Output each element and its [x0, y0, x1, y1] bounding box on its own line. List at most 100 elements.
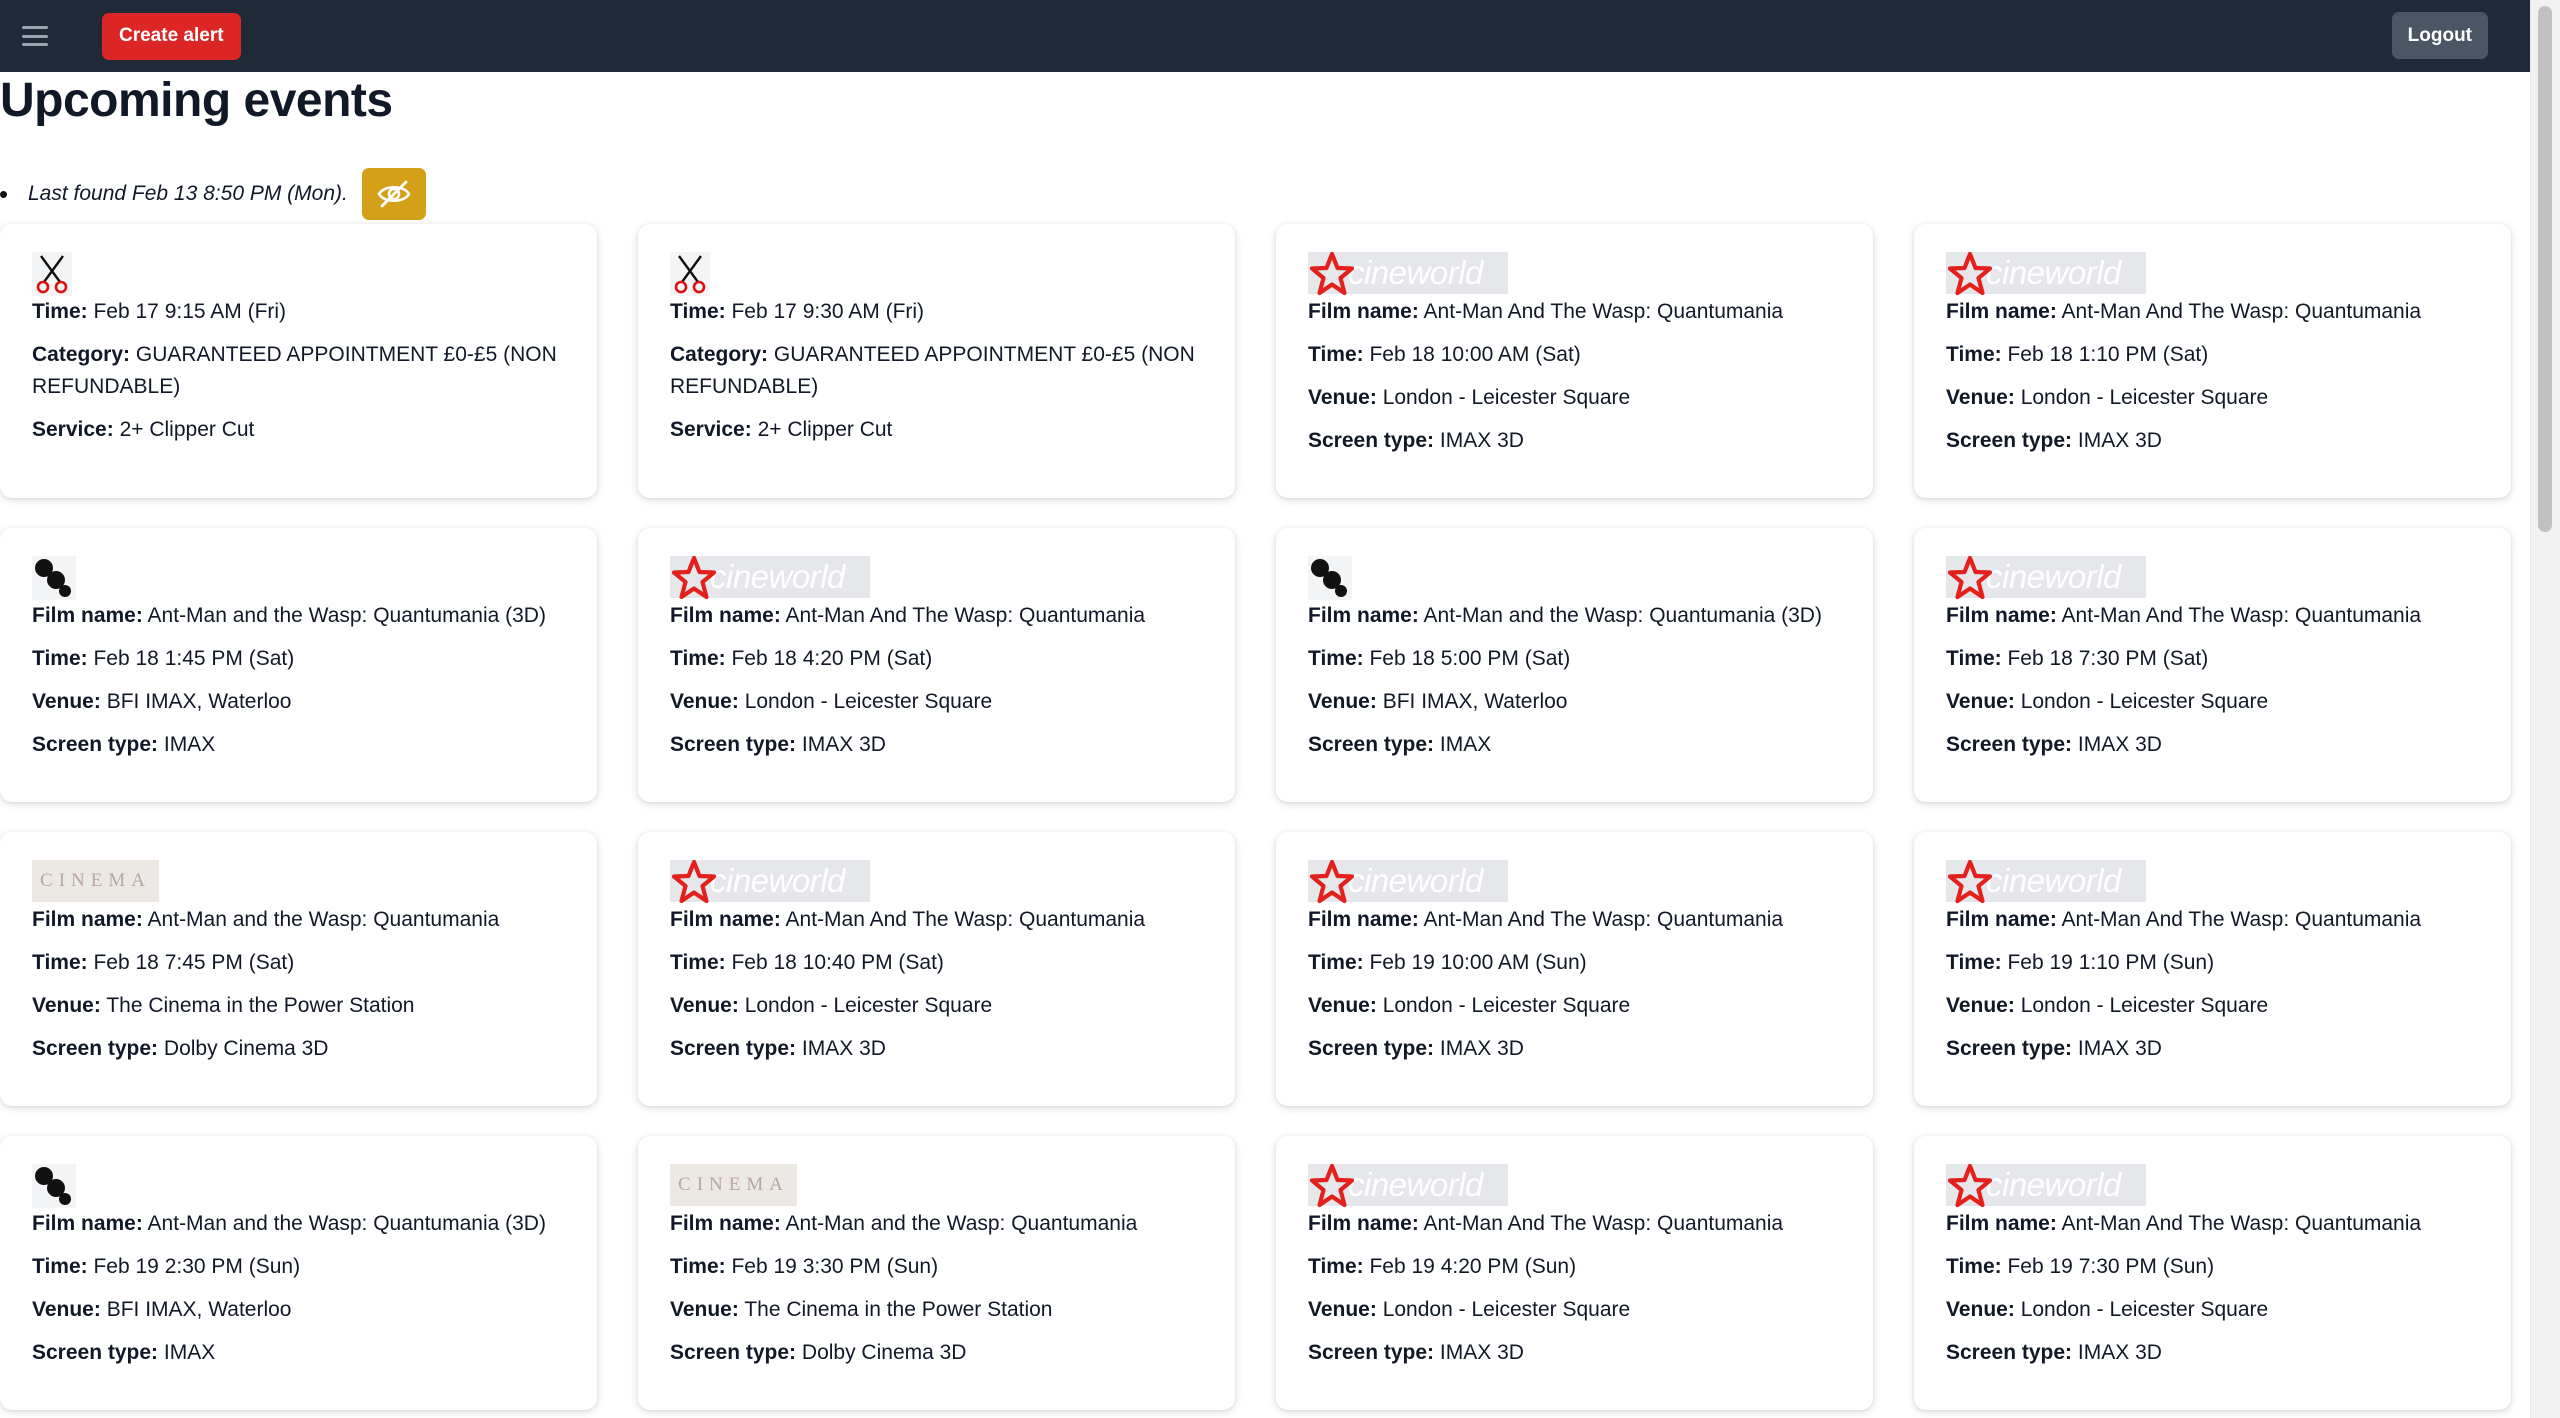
- cineworld-logo-text: cineworld: [1986, 862, 2121, 899]
- event-card: Film name: Ant-Man and the Wasp: Quantum…: [0, 528, 597, 802]
- field-label: Time:: [1308, 647, 1364, 670]
- event-card: Time: Feb 17 9:15 AM (Fri) Category: GUAR…: [0, 224, 597, 498]
- event-logo: [670, 252, 1203, 296]
- field-label: Screen type:: [1308, 1037, 1435, 1060]
- event-card: cineworld Film name: Ant-Man And The Wasp…: [638, 832, 1235, 1106]
- event-logo: [1308, 556, 1841, 600]
- field-value: Feb 18 1:10 PM (Sat): [2007, 343, 2209, 366]
- event-field: Screen type: IMAX 3D: [670, 729, 1203, 761]
- field-label: Venue:: [1308, 1298, 1377, 1321]
- field-label: Time:: [670, 300, 726, 323]
- field-label: Time:: [1946, 1255, 2002, 1278]
- field-value: London - Leicester Square: [744, 994, 993, 1017]
- field-value: IMAX 3D: [1439, 1037, 1524, 1060]
- cineworld-star-icon: [671, 556, 717, 600]
- field-value: Ant-Man And The Wasp: Quantumania: [2061, 604, 2422, 627]
- event-field: Time: Feb 19 1:10 PM (Sun): [1946, 947, 2479, 979]
- event-field: Film name: Ant-Man and the Wasp: Quantum…: [32, 904, 565, 936]
- field-label: Venue:: [670, 1298, 739, 1321]
- event-field: Film name: Ant-Man And The Wasp: Quantum…: [670, 600, 1203, 632]
- field-label: Film name:: [670, 604, 781, 627]
- field-value: BFI IMAX, Waterloo: [106, 690, 292, 713]
- hide-toggle-button[interactable]: [361, 168, 426, 220]
- field-value: IMAX 3D: [801, 733, 886, 756]
- event-field: Service: 2+ Clipper Cut: [670, 414, 1203, 446]
- field-label: Venue:: [1308, 386, 1377, 409]
- page-title: Upcoming events: [0, 74, 393, 127]
- event-field: Time: Feb 17 9:15 AM (Fri): [32, 296, 565, 328]
- hamburger-menu-icon[interactable]: [22, 26, 48, 46]
- field-value: The Cinema in the Power Station: [106, 994, 415, 1017]
- event-field: Time: Feb 18 1:10 PM (Sat): [1946, 339, 2479, 371]
- field-value: Ant-Man And The Wasp: Quantumania: [785, 604, 1146, 627]
- event-field: Film name: Ant-Man And The Wasp: Quantum…: [1946, 600, 2479, 632]
- cineworld-logo-text: cineworld: [1986, 558, 2121, 595]
- field-value: Ant-Man And The Wasp: Quantumania: [2061, 908, 2422, 931]
- field-label: Time:: [1308, 1255, 1364, 1278]
- event-logo: CINEMA: [32, 860, 565, 904]
- field-value: Feb 18 5:00 PM (Sat): [1369, 647, 1571, 670]
- page-scrollbar[interactable]: [2530, 0, 2560, 1418]
- field-value: London - Leicester Square: [1382, 1298, 1631, 1321]
- event-field: Category: GUARANTEED APPOINTMENT £0-£5 (…: [32, 339, 565, 403]
- last-found-text: Last found Feb 13 8:50 PM (Mon).: [28, 182, 348, 205]
- field-label: Screen type:: [670, 1037, 797, 1060]
- field-value: Feb 17 9:15 AM (Fri): [93, 300, 287, 323]
- event-logo: [32, 1164, 565, 1208]
- bfi-logo: [1308, 556, 1352, 600]
- create-alert-button[interactable]: Create alert: [102, 12, 241, 60]
- field-value: London - Leicester Square: [2020, 994, 2269, 1017]
- event-field: Venue: London - Leicester Square: [1946, 990, 2479, 1022]
- field-value: Ant-Man and the Wasp: Quantumania: [147, 908, 500, 931]
- cineworld-star-icon: [1309, 252, 1355, 296]
- field-label: Venue:: [32, 690, 101, 713]
- event-field: Time: Feb 19 2:30 PM (Sun): [32, 1251, 565, 1283]
- field-value: IMAX: [1439, 733, 1492, 756]
- field-value: Ant-Man and the Wasp: Quantumania (3D): [1423, 604, 1822, 627]
- field-label: Screen type:: [32, 1341, 159, 1364]
- event-field: Screen type: IMAX: [32, 1337, 565, 1369]
- event-card: cineworld Film name: Ant-Man And The Wasp…: [1914, 832, 2511, 1106]
- event-logo: cineworld: [670, 860, 1203, 904]
- event-field: Film name: Ant-Man And The Wasp: Quantum…: [1946, 296, 2479, 328]
- event-field: Film name: Ant-Man and the Wasp: Quantum…: [1308, 600, 1841, 632]
- event-field: Time: Feb 18 1:45 PM (Sat): [32, 643, 565, 675]
- field-value: BFI IMAX, Waterloo: [106, 1298, 292, 1321]
- event-field: Screen type: IMAX: [32, 729, 565, 761]
- field-value: 2+ Clipper Cut: [757, 418, 893, 441]
- event-field: Venue: The Cinema in the Power Station: [32, 990, 565, 1022]
- field-label: Time:: [1946, 647, 2002, 670]
- event-field: Venue: London - Leicester Square: [1946, 1294, 2479, 1326]
- event-card: CINEMA Film name: Ant-Man and the Wasp: Q…: [0, 832, 597, 1106]
- event-field: Film name: Ant-Man And The Wasp: Quantum…: [1308, 296, 1841, 328]
- event-field: Time: Feb 19 10:00 AM (Sun): [1308, 947, 1841, 979]
- field-value: Feb 17 9:30 AM (Fri): [731, 300, 925, 323]
- event-field: Venue: London - Leicester Square: [1308, 990, 1841, 1022]
- cineworld-logo: cineworld: [670, 860, 870, 904]
- field-value: London - Leicester Square: [2020, 1298, 2269, 1321]
- field-label: Screen type:: [670, 733, 797, 756]
- event-card: cineworld Film name: Ant-Man And The Wasp…: [1276, 224, 1873, 498]
- event-card: cineworld Film name: Ant-Man And The Wasp…: [1914, 1136, 2511, 1410]
- event-field: Screen type: IMAX 3D: [1308, 1337, 1841, 1369]
- cineworld-star-icon: [1947, 252, 1993, 296]
- event-field: Screen type: IMAX 3D: [1946, 1337, 2479, 1369]
- field-label: Venue:: [1308, 994, 1377, 1017]
- field-value: IMAX 3D: [1439, 1341, 1524, 1364]
- cineworld-logo: cineworld: [1308, 252, 1508, 296]
- field-value: IMAX: [163, 733, 216, 756]
- field-label: Time:: [670, 647, 726, 670]
- logout-button[interactable]: Logout: [2391, 12, 2488, 59]
- cineworld-logo-text: cineworld: [710, 558, 845, 595]
- field-value: BFI IMAX, Waterloo: [1382, 690, 1568, 713]
- field-label: Venue:: [1946, 690, 2015, 713]
- field-label: Screen type:: [1946, 1037, 2073, 1060]
- cineworld-star-icon: [671, 860, 717, 904]
- field-value: Ant-Man and the Wasp: Quantumania: [785, 1212, 1138, 1235]
- field-value: London - Leicester Square: [1382, 386, 1631, 409]
- field-label: Screen type:: [1308, 733, 1435, 756]
- event-field: Venue: London - Leicester Square: [670, 990, 1203, 1022]
- bfi-logo: [32, 556, 76, 600]
- scrollbar-thumb[interactable]: [2538, 6, 2552, 532]
- event-field: Screen type: Dolby Cinema 3D: [670, 1337, 1203, 1369]
